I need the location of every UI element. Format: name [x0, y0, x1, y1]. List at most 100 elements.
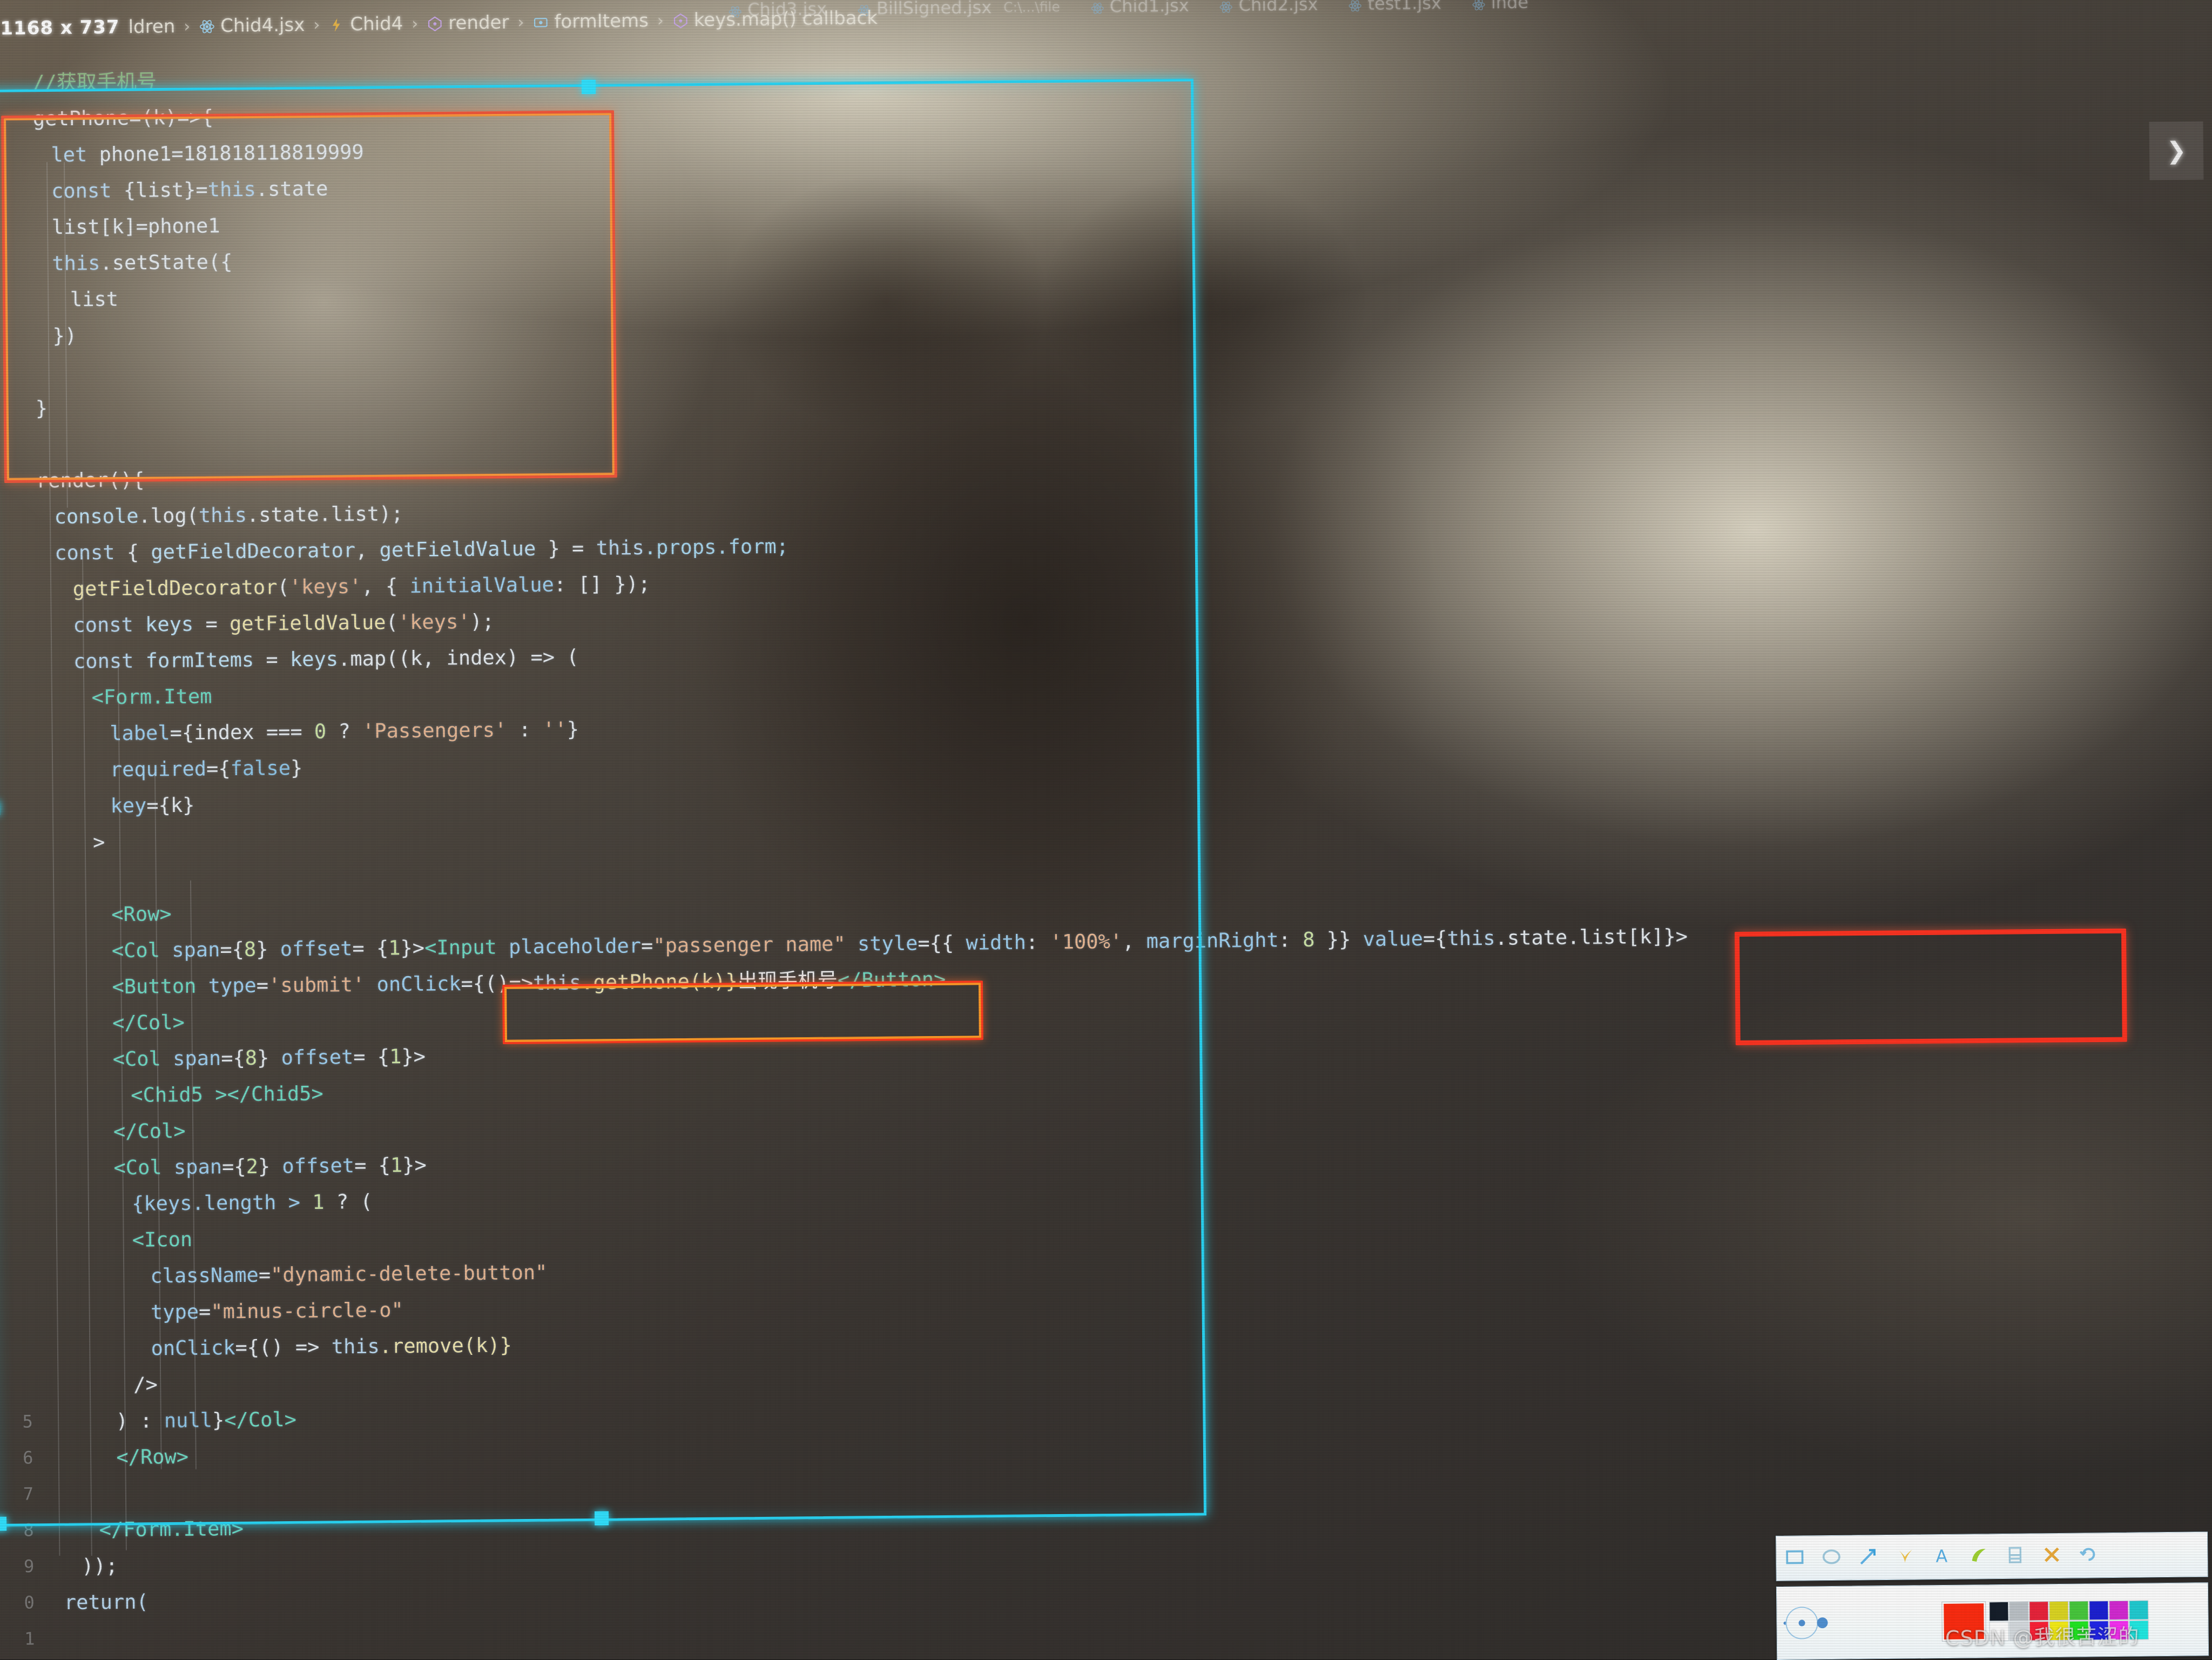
code-token: const: [51, 179, 124, 203]
code-token: </Col>: [224, 1408, 296, 1432]
code-token: =: [254, 648, 290, 671]
code-token: }: [291, 756, 303, 779]
breadcrumb-prefix[interactable]: ldren: [123, 16, 180, 38]
stroke-width-option[interactable]: [1817, 1617, 1827, 1628]
code-token: 1: [390, 1153, 403, 1177]
tab-inde[interactable]: inde: [1456, 0, 1544, 13]
code-token: {list}=: [124, 178, 208, 202]
code-token: 'submit': [268, 973, 365, 997]
code-token: </Col>: [113, 1119, 186, 1143]
stroke-width-selector[interactable]: [1777, 1616, 1939, 1629]
code-editor-content[interactable]: //获取手机号getPhone=(k)=>{let phone1=1818181…: [0, 45, 2212, 1621]
undo-tool[interactable]: [2070, 1538, 2107, 1573]
code-token: ={() =>: [235, 1335, 332, 1360]
breadcrumb-item-keys-map-callback[interactable]: keys.map() callback: [667, 7, 884, 31]
code-token: =: [641, 934, 653, 957]
code-token: ={()=>: [461, 971, 533, 995]
code-token: .map((k, index) => (: [338, 645, 579, 670]
code-token: getFieldDecorator: [151, 539, 355, 563]
jsx-file-icon: [199, 18, 215, 34]
code-token: ) :: [116, 1409, 164, 1433]
code-token: }>: [401, 1045, 426, 1068]
color-swatch[interactable]: [2109, 1601, 2128, 1619]
color-swatch[interactable]: [2049, 1601, 2068, 1619]
code-token: ={: [220, 938, 244, 961]
code-token: keys: [290, 647, 338, 671]
code-token: offset: [282, 1154, 354, 1178]
code-token: ));: [82, 1554, 118, 1578]
marker-icon: [1967, 1544, 1989, 1568]
code-token: 8: [244, 938, 257, 961]
stroke-width-option[interactable]: [1784, 1622, 1787, 1625]
chevron-right-icon[interactable]: ❯: [2149, 122, 2204, 180]
code-token: 2: [246, 1155, 258, 1178]
rectangle-tool[interactable]: [1776, 1541, 1813, 1576]
color-swatch[interactable]: [2089, 1601, 2108, 1619]
arrow-icon: [1857, 1545, 1879, 1569]
breadcrumb-item-formitems[interactable]: formItems: [527, 10, 654, 33]
code-token: this: [596, 536, 644, 560]
breadcrumb-item-render[interactable]: render: [421, 11, 515, 34]
code-token: = {: [354, 1154, 390, 1178]
color-swatch[interactable]: [2029, 1602, 2048, 1620]
code-token: //获取手机号: [32, 70, 157, 94]
code-token: .props.form;: [644, 535, 789, 559]
code-token: ,: [355, 539, 380, 562]
color-swatch[interactable]: [2129, 1601, 2148, 1619]
breadcrumb-item-chid4[interactable]: Chid4: [323, 13, 408, 36]
method-icon: [672, 12, 689, 28]
code-token: null: [164, 1409, 212, 1433]
pen-tool[interactable]: [1886, 1540, 1924, 1575]
color-swatch[interactable]: [2009, 1602, 2028, 1620]
color-swatch[interactable]: [1990, 1602, 2008, 1620]
code-token: : [] });: [554, 572, 651, 596]
annotation-tool-row[interactable]: A: [1776, 1531, 2208, 1581]
arrow-tool[interactable]: [1850, 1540, 1887, 1575]
text-tool[interactable]: A: [1923, 1540, 1960, 1575]
class-icon: [328, 16, 345, 32]
blur-tool[interactable]: [1997, 1538, 2034, 1574]
breadcrumb-item-chid4-jsx[interactable]: Chid4.jsx: [193, 14, 311, 37]
code-token: keys: [145, 613, 193, 636]
code-token: list: [70, 287, 118, 311]
code-token: [365, 973, 377, 996]
eraser-x-icon: [2041, 1544, 2062, 1568]
tab-test1-jsx[interactable]: test1.jsx: [1333, 0, 1456, 14]
code-token: }>: [402, 1153, 427, 1177]
ellipse-tool[interactable]: [1813, 1541, 1850, 1576]
breadcrumb-item-label: keys.map() callback: [694, 7, 878, 31]
code-token: list[k]=phone1: [52, 214, 220, 239]
code-token: ={{: [918, 931, 966, 955]
code-token: false: [230, 756, 291, 780]
breadcrumb-item-label: formItems: [554, 10, 649, 32]
breadcrumb-item-label: Chid4.jsx: [220, 14, 305, 37]
code-token: 0: [314, 720, 327, 743]
pen-icon: [1894, 1545, 1916, 1569]
code-token: "passenger name": [653, 932, 846, 957]
code-token: marginRight: [1146, 929, 1278, 953]
code-token: ={: [206, 757, 231, 780]
code-token: =: [259, 1264, 271, 1287]
color-swatch[interactable]: [2069, 1601, 2088, 1619]
code-token: .state.list);: [247, 502, 403, 527]
eraser-tool[interactable]: [2033, 1538, 2071, 1574]
code-token: =: [199, 1300, 211, 1323]
code-token: render(){: [36, 468, 145, 493]
code-token: (: [277, 575, 289, 599]
highlighter-tool[interactable]: [1960, 1539, 1997, 1574]
code-token: <Button: [112, 975, 196, 998]
code-token: }: [257, 1046, 281, 1069]
code-token: 1: [388, 936, 401, 959]
code-token: initialValue: [409, 573, 554, 597]
code-token: className: [150, 1264, 259, 1288]
code-token: this: [533, 971, 581, 994]
selection-dimension-badge: 1168 x 737: [0, 16, 123, 39]
code-token: </Button>: [838, 967, 946, 992]
code-token: = {: [352, 937, 388, 960]
breadcrumb-separator: ›: [180, 17, 193, 36]
code-token: 8: [245, 1046, 258, 1070]
stroke-width-option[interactable]: [1798, 1619, 1805, 1626]
code-token: 出现手机号: [738, 969, 838, 993]
jsx-file-icon: [1472, 0, 1486, 10]
code-token: placeholder: [497, 934, 642, 958]
